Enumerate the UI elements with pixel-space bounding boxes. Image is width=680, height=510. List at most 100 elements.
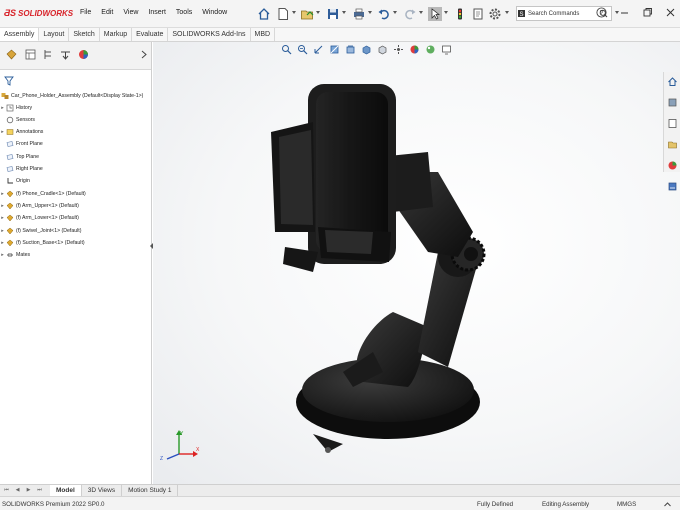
tab-layout[interactable]: Layout bbox=[39, 28, 70, 41]
tab-mbd[interactable]: MBD bbox=[251, 28, 276, 41]
tree-item[interactable]: ▸ History bbox=[0, 102, 32, 113]
chevron-down-icon[interactable] bbox=[368, 11, 372, 14]
redo-icon[interactable] bbox=[403, 7, 417, 21]
open-icon[interactable] bbox=[300, 7, 314, 21]
part-icon bbox=[6, 239, 14, 247]
expand-arrow-icon[interactable]: ▸ bbox=[0, 105, 5, 111]
tab-3d-views[interactable]: 3D Views bbox=[82, 484, 123, 497]
chevron-down-icon[interactable] bbox=[505, 11, 509, 14]
view-orientation-icon[interactable] bbox=[361, 44, 372, 55]
previous-view-icon[interactable] bbox=[313, 44, 324, 55]
expand-arrow-icon[interactable]: ▸ bbox=[0, 215, 5, 221]
zoom-to-area-icon[interactable] bbox=[297, 44, 308, 55]
design-library-icon[interactable] bbox=[667, 118, 678, 129]
options-gear-icon[interactable] bbox=[488, 7, 502, 21]
property-manager-tab-icon[interactable] bbox=[24, 48, 37, 61]
file-explorer-icon[interactable] bbox=[667, 139, 678, 150]
display-style-icon[interactable] bbox=[377, 44, 388, 55]
menu-view[interactable]: View bbox=[123, 9, 138, 16]
dynamic-annotation-icon[interactable] bbox=[345, 44, 356, 55]
phone-holder-3d-model[interactable] bbox=[213, 82, 553, 482]
first-tab-icon[interactable]: ⏮ bbox=[2, 486, 11, 495]
tree-item[interactable]: Origin bbox=[0, 176, 30, 187]
tab-sketch[interactable]: Sketch bbox=[69, 28, 100, 41]
menu-insert[interactable]: Insert bbox=[148, 9, 166, 16]
tree-item[interactable]: ▸ (f) Swivel_Joint<1> (Default) bbox=[0, 225, 81, 236]
model-view-tabs: ⏮ ◀ ▶ ⏭ Model 3D Views Motion Study 1 bbox=[0, 484, 680, 497]
undo-icon[interactable] bbox=[377, 7, 391, 21]
feature-manager-tab-icon[interactable] bbox=[5, 48, 18, 61]
previous-tab-icon[interactable]: ◀ bbox=[13, 486, 22, 495]
menu-edit[interactable]: Edit bbox=[101, 9, 113, 16]
section-view-icon[interactable] bbox=[329, 44, 340, 55]
chevron-down-icon[interactable] bbox=[419, 11, 423, 14]
menu-file[interactable]: File bbox=[80, 9, 91, 16]
expand-arrow-icon[interactable]: ▸ bbox=[0, 240, 5, 246]
chevron-right-icon[interactable] bbox=[140, 48, 148, 61]
view-settings-icon[interactable] bbox=[441, 44, 452, 55]
chevron-down-icon[interactable] bbox=[292, 11, 296, 14]
chevron-down-icon[interactable] bbox=[342, 11, 346, 14]
tree-item[interactable]: Front Plane bbox=[0, 139, 43, 150]
unit-system[interactable]: MMGS bbox=[617, 501, 636, 508]
file-properties-icon[interactable] bbox=[471, 7, 485, 21]
home-icon[interactable] bbox=[667, 76, 678, 87]
tree-item-label: (f) Arm_Upper<1> (Default) bbox=[16, 202, 79, 209]
tab-evaluate[interactable]: Evaluate bbox=[132, 28, 169, 41]
help-icon[interactable]: ? bbox=[596, 7, 607, 18]
tree-item[interactable]: ▸ (f) Phone_Cradle<1> (Default) bbox=[0, 188, 86, 199]
print-icon[interactable] bbox=[352, 7, 366, 21]
expand-arrow-icon[interactable]: ▸ bbox=[0, 252, 5, 258]
save-icon[interactable] bbox=[326, 7, 340, 21]
tree-item[interactable]: Sensors bbox=[0, 114, 35, 125]
close-icon[interactable] bbox=[665, 7, 676, 18]
chevron-up-icon[interactable] bbox=[663, 500, 672, 509]
dimxpert-tab-icon[interactable] bbox=[59, 48, 72, 61]
restore-icon[interactable] bbox=[642, 7, 653, 18]
display-manager-tab-icon[interactable] bbox=[77, 48, 90, 61]
tab-markup[interactable]: Markup bbox=[100, 28, 133, 41]
chevron-down-icon[interactable] bbox=[393, 11, 397, 14]
sensor-icon bbox=[6, 116, 14, 123]
tree-item[interactable]: ▸ (f) Arm_Lower<1> (Default) bbox=[0, 213, 79, 224]
new-document-icon[interactable] bbox=[276, 7, 290, 21]
menu-tools[interactable]: Tools bbox=[176, 9, 192, 16]
tree-item[interactable]: Right Plane bbox=[0, 164, 43, 175]
configuration-manager-tab-icon[interactable] bbox=[42, 48, 55, 61]
zoom-to-fit-icon[interactable] bbox=[281, 44, 292, 55]
apply-scene-icon[interactable] bbox=[425, 44, 436, 55]
chevron-down-icon[interactable] bbox=[444, 11, 448, 14]
home-icon[interactable] bbox=[257, 7, 271, 21]
select-arrow-icon[interactable] bbox=[428, 7, 442, 21]
minimize-icon[interactable] bbox=[619, 7, 630, 18]
menu-window[interactable]: Window bbox=[202, 9, 227, 16]
editing-mode-status[interactable]: Editing Assembly bbox=[542, 501, 589, 508]
tab-solidworks-addins[interactable]: SOLIDWORKS Add-Ins bbox=[168, 28, 251, 41]
last-tab-icon[interactable]: ⏭ bbox=[35, 486, 44, 495]
next-tab-icon[interactable]: ▶ bbox=[24, 486, 33, 495]
edit-appearance-icon[interactable] bbox=[409, 44, 420, 55]
expand-arrow-icon[interactable]: ▸ bbox=[0, 228, 5, 234]
custom-properties-icon[interactable] bbox=[667, 181, 678, 192]
tree-item[interactable]: Top Plane bbox=[0, 151, 39, 162]
expand-arrow-icon[interactable]: ▸ bbox=[0, 203, 5, 209]
filter-icon[interactable] bbox=[4, 76, 14, 86]
solidworks-search-icon: S bbox=[518, 10, 525, 18]
tab-assembly[interactable]: Assembly bbox=[0, 28, 40, 41]
chevron-down-icon[interactable] bbox=[316, 11, 320, 14]
tree-item[interactable]: ▸ (f) Suction_Base<1> (Default) bbox=[0, 237, 85, 248]
tree-root[interactable]: Car_Phone_Holder_Assembly (Default<Displ… bbox=[0, 90, 143, 101]
appearances-icon[interactable] bbox=[667, 160, 678, 171]
graphics-area[interactable]: Y X Z bbox=[153, 42, 680, 485]
tree-item[interactable]: ▸ (f) Arm_Upper<1> (Default) bbox=[0, 200, 79, 211]
expand-arrow-icon[interactable]: ▸ bbox=[0, 191, 5, 197]
tab-model[interactable]: Model bbox=[50, 484, 82, 497]
tree-item[interactable]: ▸ Annotations bbox=[0, 127, 43, 138]
expand-arrow-icon[interactable]: ▸ bbox=[0, 129, 5, 135]
tab-motion-study-1[interactable]: Motion Study 1 bbox=[122, 484, 179, 497]
tree-item[interactable]: ▸ Mates bbox=[0, 250, 30, 261]
traffic-light-icon[interactable] bbox=[453, 7, 467, 21]
resources-icon[interactable] bbox=[667, 97, 678, 108]
tree-item-label: Right Plane bbox=[16, 166, 43, 172]
hide-show-items-icon[interactable] bbox=[393, 44, 404, 55]
